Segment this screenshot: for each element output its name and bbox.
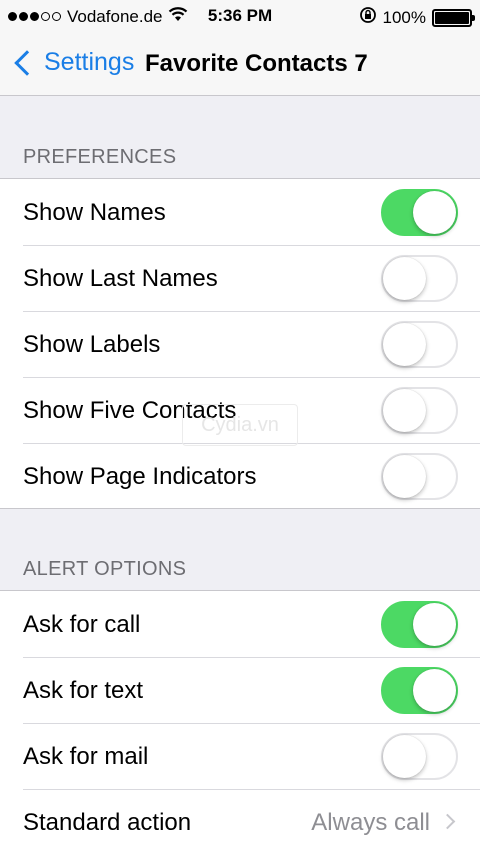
navigation-bar: Settings Favorite Contacts 7 (0, 32, 480, 96)
disclosure-chevron-icon (439, 813, 456, 830)
section-header-alert-options: ALERT OPTIONS (23, 558, 187, 580)
setting-row-show-labels: Show Labels (0, 311, 480, 377)
setting-row-ask-for-call: Ask for call (0, 591, 480, 657)
preferences-group: Show Names Show Last Names Show Labels S… (0, 178, 480, 509)
show-five-contacts-toggle[interactable] (381, 387, 458, 434)
setting-label: Show Last Names (23, 265, 218, 292)
back-button-label: Settings (44, 48, 135, 76)
setting-row-show-names: Show Names (0, 179, 480, 245)
show-labels-toggle[interactable] (381, 321, 458, 368)
setting-row-ask-for-text: Ask for text (0, 657, 480, 723)
setting-row-show-page-indicators: Show Page Indicators (0, 443, 480, 509)
setting-label: Show Names (23, 199, 166, 226)
setting-label: Ask for text (23, 677, 144, 704)
alert-options-group: Ask for call Ask for text Ask for mail S… (0, 590, 480, 852)
setting-row-show-last-names: Show Last Names (0, 245, 480, 311)
ask-for-mail-toggle[interactable] (381, 733, 458, 780)
ask-for-text-toggle[interactable] (381, 667, 458, 714)
setting-row-ask-for-mail: Ask for mail (0, 723, 480, 789)
battery-icon (432, 8, 475, 27)
status-bar: Vodafone.de 5:36 PM 100% (0, 0, 480, 32)
back-chevron-icon (14, 49, 40, 76)
standard-action-row[interactable]: Standard action Always call (0, 789, 480, 852)
status-right: 100% (359, 6, 475, 29)
show-names-toggle[interactable] (381, 189, 458, 236)
setting-label: Standard action (23, 809, 192, 836)
rotation-lock-icon (359, 6, 377, 29)
standard-action-value: Always call (311, 809, 430, 836)
ask-for-call-toggle[interactable] (381, 601, 458, 648)
setting-label: Show Page Indicators (23, 463, 257, 490)
back-button[interactable]: Settings (12, 48, 134, 77)
setting-label: Ask for call (23, 611, 141, 638)
show-page-indicators-toggle[interactable] (381, 453, 458, 500)
show-last-names-toggle[interactable] (381, 255, 458, 302)
battery-percentage: 100% (382, 7, 426, 27)
setting-label: Ask for mail (23, 743, 149, 770)
page-title: Favorite Contacts 7 (145, 50, 368, 77)
section-header-preferences: PREFERENCES (23, 146, 177, 168)
setting-label: Show Labels (23, 331, 161, 358)
watermark: Cydia.vn (182, 404, 298, 446)
